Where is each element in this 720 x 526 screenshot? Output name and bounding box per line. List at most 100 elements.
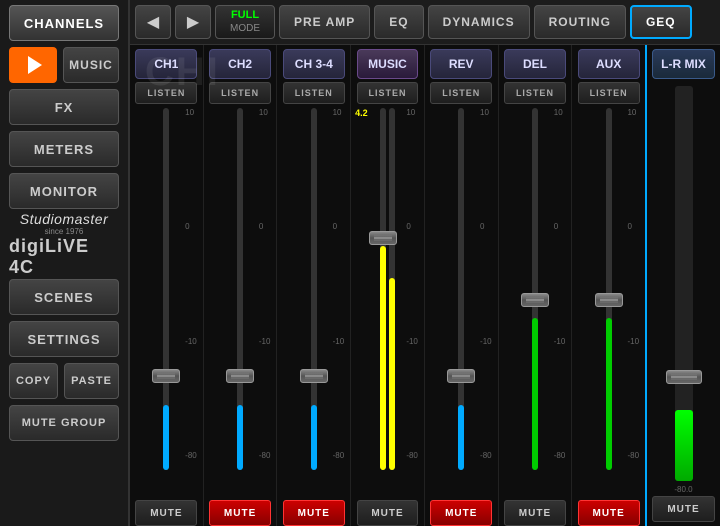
geq-fader-track[interactable] xyxy=(675,86,693,481)
fader-area-2: 10 0 -10 -80 xyxy=(279,108,348,500)
mute-group-button[interactable]: MUTE GROUP xyxy=(9,405,119,441)
channel-listen-1[interactable]: LISTEN xyxy=(209,82,271,104)
fader-track-container-6 xyxy=(574,108,643,470)
channel-label-5[interactable]: DEL xyxy=(504,49,566,79)
fader-level-3 xyxy=(380,246,386,470)
channel-strip-4: REV LISTEN 10 0 -10 -80 MUTE xyxy=(425,45,499,526)
nav-prev-button[interactable]: ◀ xyxy=(135,5,171,39)
lr-mix-button[interactable]: L-R MIX xyxy=(652,49,714,79)
db-overlay-3: 4.2 xyxy=(355,108,368,118)
channels-button[interactable]: CHANNELS xyxy=(9,5,119,41)
fader-track-container-0 xyxy=(132,108,201,470)
channel-mute-4[interactable]: MUTE xyxy=(430,500,492,526)
fader-handle-1[interactable] xyxy=(226,369,254,383)
nav-next-button[interactable]: ▶ xyxy=(175,5,211,39)
channel-mute-3[interactable]: MUTE xyxy=(357,500,419,526)
channel-strip-2: CH 3-4 LISTEN 10 0 -10 -80 MUTE xyxy=(277,45,351,526)
full-mode-button[interactable]: FULL MODE xyxy=(215,5,275,39)
fader-area-0: 10 0 -10 -80 xyxy=(132,108,201,500)
fader-track-container-4 xyxy=(427,108,496,470)
monitor-button[interactable]: MONITOR xyxy=(9,173,119,209)
channel-label-2[interactable]: CH 3-4 xyxy=(283,49,345,79)
channel-listen-2[interactable]: LISTEN xyxy=(283,82,345,104)
fader-track-main-2[interactable] xyxy=(311,108,317,470)
fader-handle-5[interactable] xyxy=(521,293,549,307)
geq-db-label: -80.0 xyxy=(674,485,692,494)
channel-strips: CH1 LISTEN 10 0 -10 -80 MUTE CH2 LISTE xyxy=(130,45,645,526)
fader-track-container-1 xyxy=(206,108,275,470)
play-music-row: MUSIC xyxy=(9,47,119,83)
scenes-button[interactable]: SCENES xyxy=(9,279,119,315)
fx-button[interactable]: FX xyxy=(9,89,119,125)
fader-level-0 xyxy=(163,405,169,470)
fader-track-container-5 xyxy=(501,108,570,470)
fader-level-6 xyxy=(606,318,612,470)
channel-mute-1[interactable]: MUTE xyxy=(209,500,271,526)
fader-track-main-3[interactable] xyxy=(380,108,386,470)
fader-track-main-4[interactable] xyxy=(458,108,464,470)
sidebar: CHANNELS MUSIC FX METERS MONITOR Studiom… xyxy=(0,0,130,526)
channel-mute-5[interactable]: MUTE xyxy=(504,500,566,526)
geq-level-bar xyxy=(675,410,693,481)
geq-panel: L-R MIX -80.0 MUTE xyxy=(645,45,720,526)
channel-strip-5: DEL LISTEN 10 0 -10 -80 MUTE xyxy=(499,45,573,526)
channel-listen-5[interactable]: LISTEN xyxy=(504,82,566,104)
channel-listen-6[interactable]: LISTEN xyxy=(578,82,640,104)
paste-button[interactable]: PASTE xyxy=(64,363,119,399)
meters-button[interactable]: METERS xyxy=(9,131,119,167)
fader-handle-0[interactable] xyxy=(152,369,180,383)
fader-handle-3[interactable] xyxy=(369,231,397,245)
fader-level-1 xyxy=(237,405,243,470)
mode-label: MODE xyxy=(230,23,260,35)
fader-level-5 xyxy=(532,318,538,470)
copy-button[interactable]: COPY xyxy=(9,363,58,399)
logo-model: digiLiVE 4C xyxy=(9,236,119,278)
channel-strip-0: CH1 LISTEN 10 0 -10 -80 MUTE xyxy=(130,45,204,526)
fader-track-container-2 xyxy=(279,108,348,470)
fader-handle-6[interactable] xyxy=(595,293,623,307)
fader-track-main-1[interactable] xyxy=(237,108,243,470)
channel-mute-6[interactable]: MUTE xyxy=(578,500,640,526)
channels-area: CH1 LISTEN 10 0 -10 -80 MUTE CH2 LISTE xyxy=(130,45,720,526)
channel-mute-2[interactable]: MUTE xyxy=(283,500,345,526)
channel-listen-3[interactable]: LISTEN xyxy=(357,82,419,104)
channel-listen-4[interactable]: LISTEN xyxy=(430,82,492,104)
fader-area-6: 10 0 -10 -80 xyxy=(574,108,643,500)
channel-label-0[interactable]: CH1 xyxy=(135,49,197,79)
fader-area-4: 10 0 -10 -80 xyxy=(427,108,496,500)
fader-area-1: 10 0 -10 -80 xyxy=(206,108,275,500)
channel-label-1[interactable]: CH2 xyxy=(209,49,271,79)
fader-level-2 xyxy=(311,405,317,470)
play-icon xyxy=(28,56,42,74)
eq-button[interactable]: EQ xyxy=(374,5,423,39)
fader-handle-2[interactable] xyxy=(300,369,328,383)
fader-handle-4[interactable] xyxy=(447,369,475,383)
channel-listen-0[interactable]: LISTEN xyxy=(135,82,197,104)
channel-label-6[interactable]: AUX xyxy=(578,49,640,79)
fader-track-main-5[interactable] xyxy=(532,108,538,470)
top-nav: ◀ ▶ FULL MODE PRE AMP EQ DYNAMICS ROUTIN… xyxy=(130,0,720,45)
music-button[interactable]: MUSIC xyxy=(63,47,119,83)
channel-mute-0[interactable]: MUTE xyxy=(135,500,197,526)
geq-fader-handle[interactable] xyxy=(666,370,702,384)
channel-label-4[interactable]: REV xyxy=(430,49,492,79)
fader-track-main-0[interactable] xyxy=(163,108,169,470)
fader-track-main-6[interactable] xyxy=(606,108,612,470)
geq-fader-area xyxy=(649,82,718,485)
fader-area-3: 10 0 -10 -80 4.2 xyxy=(353,108,422,500)
channel-label-3[interactable]: MUSIC xyxy=(357,49,419,79)
play-button[interactable] xyxy=(9,47,57,83)
preamp-button[interactable]: PRE AMP xyxy=(279,5,370,39)
fader-level-4 xyxy=(458,405,464,470)
geq-button[interactable]: GEQ xyxy=(630,5,692,39)
geq-mute-button[interactable]: MUTE xyxy=(652,496,714,522)
fader-track-b-3[interactable] xyxy=(389,108,395,470)
main-area: ◀ ▶ FULL MODE PRE AMP EQ DYNAMICS ROUTIN… xyxy=(130,0,720,526)
channel-strip-1: CH2 LISTEN 10 0 -10 -80 MUTE xyxy=(204,45,278,526)
copy-paste-row: COPY PASTE xyxy=(9,363,119,399)
dynamics-button[interactable]: DYNAMICS xyxy=(428,5,530,39)
routing-button[interactable]: ROUTING xyxy=(534,5,626,39)
channel-strip-3: MUSIC LISTEN 10 0 -10 -80 4.2 xyxy=(351,45,425,526)
settings-button[interactable]: SETTINGS xyxy=(9,321,119,357)
logo-area: Studiomaster since 1976 digiLiVE 4C xyxy=(9,219,119,269)
